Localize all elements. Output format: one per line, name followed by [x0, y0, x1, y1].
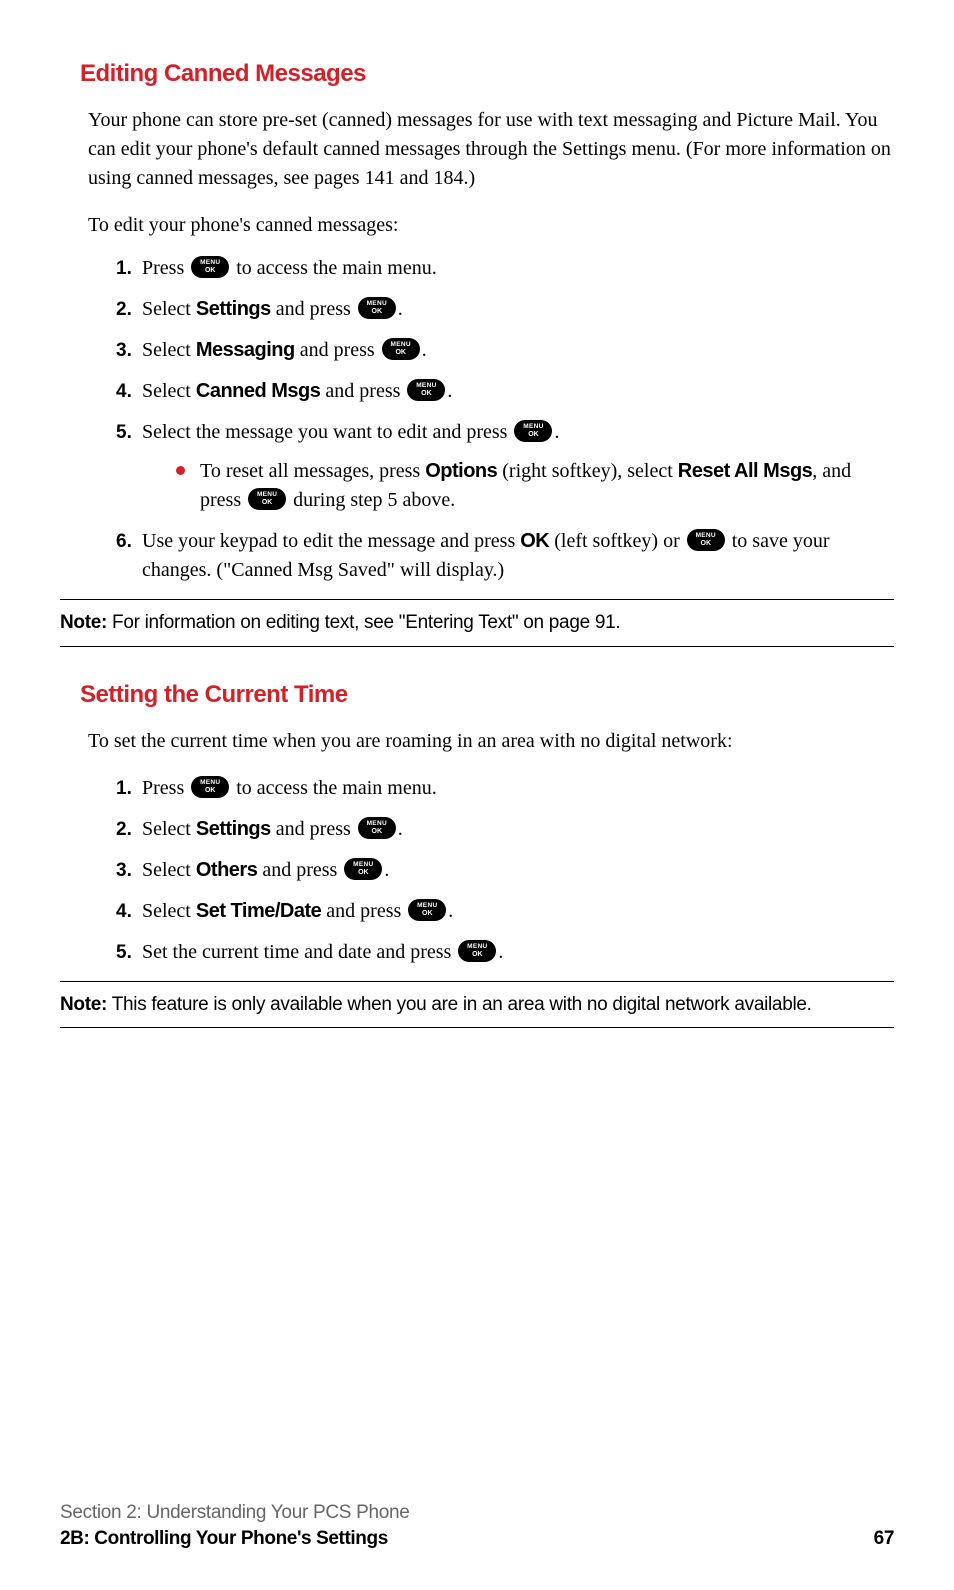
step-text: Select the message you want to edit and …	[142, 421, 512, 443]
menu-ok-icon	[344, 858, 382, 880]
note-box-2: Note: This feature is only available whe…	[60, 981, 894, 1029]
menu-ok-icon	[358, 297, 396, 319]
menu-ok-icon	[514, 420, 552, 442]
section1-lead: To edit your phone's canned messages:	[88, 211, 894, 240]
sub-bullet: To reset all messages, press Options (ri…	[172, 457, 894, 515]
step-text: and press	[257, 859, 342, 881]
step-text: Press	[142, 257, 189, 279]
bold-term: Set Time/Date	[196, 900, 321, 922]
page-number: 67	[874, 1528, 894, 1550]
menu-ok-icon	[358, 817, 396, 839]
note-box-1: Note: For information on editing text, s…	[60, 599, 894, 647]
step-6: 6. Use your keypad to edit the message a…	[118, 527, 894, 585]
step-text: and press	[295, 339, 380, 361]
section1-steps: 1. Press to access the main menu. 2. Sel…	[118, 254, 894, 585]
step-text: Set the current time and date and press	[142, 941, 456, 963]
footer-section-label: Section 2: Understanding Your PCS Phone	[60, 1502, 894, 1524]
menu-ok-icon	[191, 776, 229, 798]
step-2: 2. Select Settings and press .	[118, 815, 894, 844]
step-text: to access the main menu.	[231, 777, 437, 799]
bold-term: Settings	[196, 298, 271, 320]
note-label: Note:	[60, 994, 107, 1015]
note-text: This feature is only available when you …	[107, 994, 812, 1015]
menu-ok-icon	[382, 338, 420, 360]
step-number: 1.	[116, 775, 132, 803]
step-text: and press	[321, 900, 406, 922]
step-2: 2. Select Settings and press .	[118, 295, 894, 324]
step-text: Press	[142, 777, 189, 799]
step-text: Select	[142, 818, 196, 840]
step-text: Select	[142, 380, 196, 402]
step-text: Select	[142, 859, 196, 881]
bold-term: Others	[196, 859, 257, 881]
step-4: 4. Select Set Time/Date and press .	[118, 897, 894, 926]
bold-term: Options	[425, 460, 497, 482]
menu-ok-icon	[191, 256, 229, 278]
menu-ok-icon	[407, 379, 445, 401]
step-text: and press	[320, 380, 405, 402]
note-label: Note:	[60, 612, 107, 633]
step-4: 4. Select Canned Msgs and press .	[118, 377, 894, 406]
step-text: .	[448, 900, 453, 922]
section1-heading: Editing Canned Messages	[80, 60, 894, 88]
step-number: 4.	[116, 378, 132, 406]
step-text: .	[422, 339, 427, 361]
page-footer: Section 2: Understanding Your PCS Phone …	[60, 1502, 894, 1550]
step-text: Select	[142, 339, 196, 361]
step-text: and press	[271, 818, 356, 840]
step-text: .	[384, 859, 389, 881]
footer-subsection: 2B: Controlling Your Phone's Settings 67	[60, 1528, 894, 1550]
step-text: Use your keypad to edit the message and …	[142, 530, 520, 552]
bold-term: Settings	[196, 818, 271, 840]
step-number: 2.	[116, 296, 132, 324]
step-number: 5.	[116, 939, 132, 967]
step-5: 5. Select the message you want to edit a…	[118, 418, 894, 515]
step-text: .	[398, 298, 403, 320]
step-number: 1.	[116, 255, 132, 283]
sub-text: To reset all messages, press	[200, 460, 425, 482]
step-3: 3. Select Messaging and press .	[118, 336, 894, 365]
bold-term: OK	[520, 530, 549, 552]
sub-text: (right softkey), select	[497, 460, 678, 482]
footer-title: 2B: Controlling Your Phone's Settings	[60, 1528, 388, 1550]
step-text: .	[498, 941, 503, 963]
step-3: 3. Select Others and press .	[118, 856, 894, 885]
note-text: For information on editing text, see "En…	[107, 612, 620, 633]
menu-ok-icon	[458, 940, 496, 962]
section2-heading: Setting the Current Time	[80, 681, 894, 709]
bold-term: Canned Msgs	[196, 380, 321, 402]
step-number: 6.	[116, 528, 132, 556]
step-number: 3.	[116, 337, 132, 365]
step-text: .	[554, 421, 559, 443]
step-number: 3.	[116, 857, 132, 885]
menu-ok-icon	[408, 899, 446, 921]
menu-ok-icon	[248, 488, 286, 510]
section2-intro: To set the current time when you are roa…	[88, 727, 894, 756]
step-text: .	[398, 818, 403, 840]
menu-ok-icon	[687, 529, 725, 551]
sub-text: during step 5 above.	[288, 489, 455, 511]
step-text: Select	[142, 900, 196, 922]
step-number: 2.	[116, 816, 132, 844]
step-1: 1. Press to access the main menu.	[118, 774, 894, 803]
step-text: (left softkey) or	[549, 530, 685, 552]
step-text: .	[447, 380, 452, 402]
step-text: Select	[142, 298, 196, 320]
step-1: 1. Press to access the main menu.	[118, 254, 894, 283]
step-number: 5.	[116, 419, 132, 447]
step-text: and press	[271, 298, 356, 320]
section2-steps: 1. Press to access the main menu. 2. Sel…	[118, 774, 894, 967]
step-text: to access the main menu.	[231, 257, 437, 279]
section1-intro: Your phone can store pre-set (canned) me…	[88, 106, 894, 193]
bold-term: Messaging	[196, 339, 295, 361]
step-5: 5. Set the current time and date and pre…	[118, 938, 894, 967]
bold-term: Reset All Msgs	[678, 460, 813, 482]
step-number: 4.	[116, 898, 132, 926]
